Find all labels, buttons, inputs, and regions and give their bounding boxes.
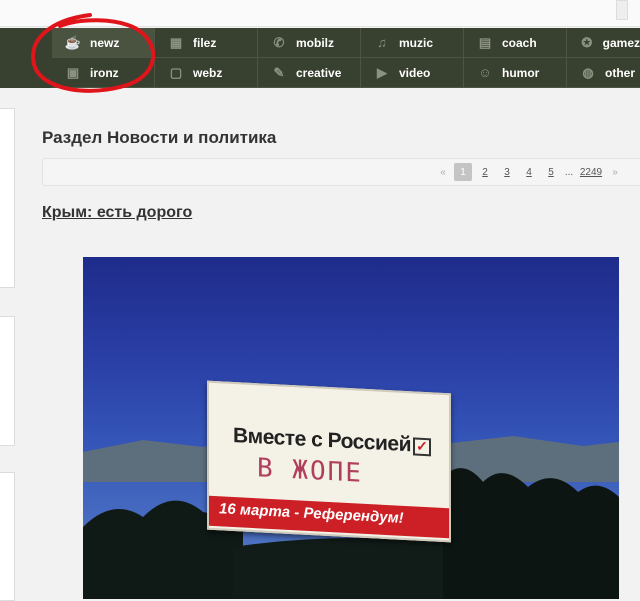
menu-item-label: humor xyxy=(502,65,540,80)
headphones-icon: ♫ xyxy=(377,35,387,50)
article-image[interactable]: Вместе с Россией ✓ В ЖОПЕ 16 марта - Реф… xyxy=(83,257,619,599)
page-link[interactable]: 5 xyxy=(542,163,560,181)
page-link[interactable]: 3 xyxy=(498,163,516,181)
next-page-icon[interactable]: » xyxy=(608,167,622,178)
prev-page-icon[interactable]: « xyxy=(436,167,450,178)
article-title-link[interactable]: Крым: есть дорого xyxy=(42,204,192,222)
page-last-link[interactable]: 2249 xyxy=(578,163,604,181)
scroll-box[interactable] xyxy=(616,0,628,20)
sidebar-panel xyxy=(0,472,15,601)
menu-item-ironz[interactable]: ▣ ironz xyxy=(52,58,155,88)
menu-item-label: ironz xyxy=(90,65,119,80)
phone-icon: ✆ xyxy=(273,34,285,50)
billboard-graffiti: В ЖОПЕ xyxy=(257,453,363,489)
menu-item-label: other xyxy=(605,65,635,80)
sidebar-panel xyxy=(0,316,15,446)
menu-item-label: video xyxy=(399,65,431,80)
video-icon: ▶ xyxy=(377,64,387,80)
menu-item-webz[interactable]: ▢ webz xyxy=(155,58,258,88)
billboard: Вместе с Россией ✓ В ЖОПЕ 16 марта - Реф… xyxy=(207,380,451,543)
billboard-headline: Вместе с Россией xyxy=(233,423,411,457)
menu-item-mobilz[interactable]: ✆ mobilz xyxy=(258,28,361,58)
menu-item-label: gamez xyxy=(602,35,640,50)
menu-item-gamez[interactable]: ✪ gamez xyxy=(567,28,640,58)
browser-icon: ▢ xyxy=(169,64,183,80)
film-icon: ▦ xyxy=(169,34,183,50)
menu-item-label: muzic xyxy=(399,35,434,50)
clipboard-icon: ▤ xyxy=(478,34,492,50)
coffee-icon: ☕ xyxy=(64,34,82,50)
section-title: Раздел Новости и политика xyxy=(42,128,277,147)
menu-item-filez[interactable]: ▦ filez xyxy=(155,28,258,58)
menu-item-label: newz xyxy=(90,35,120,50)
menu-item-muzic[interactable]: ♫ muzic xyxy=(361,28,464,58)
menu-item-label: webz xyxy=(193,65,223,80)
globe-icon: ◍ xyxy=(582,64,594,80)
menu-item-creative[interactable]: ✎ creative xyxy=(258,58,361,88)
page-link[interactable]: 2 xyxy=(476,163,494,181)
menu-item-label: creative xyxy=(296,65,342,80)
menu-item-label: filez xyxy=(193,35,217,50)
pagination: « 1 2 3 4 5 ... 2249 » xyxy=(436,163,622,181)
pencil-icon: ✎ xyxy=(273,64,285,80)
smile-icon: ☺ xyxy=(478,65,492,80)
menu-item-other[interactable]: ◍ other xyxy=(567,58,640,88)
pagination-ellipsis: ... xyxy=(564,166,574,178)
category-menu: ☕ newz ▦ filez ✆ mobilz ♫ muzic ▤ coach … xyxy=(0,28,640,88)
server-icon: ▣ xyxy=(66,64,80,80)
menu-item-newz[interactable]: ☕ newz xyxy=(52,28,155,58)
menu-item-coach[interactable]: ▤ coach xyxy=(464,28,567,58)
page-current: 1 xyxy=(454,163,472,181)
menu-item-video[interactable]: ▶ video xyxy=(361,58,464,88)
browser-top-strip xyxy=(0,0,640,27)
billboard-date-line: 16 марта - Референдум! xyxy=(219,500,404,527)
sidebar-panel xyxy=(0,108,15,288)
checkbox-icon: ✓ xyxy=(413,437,431,457)
menu-item-humor[interactable]: ☺ humor xyxy=(464,58,567,88)
menu-item-label: coach xyxy=(502,35,537,50)
page-link[interactable]: 4 xyxy=(520,163,538,181)
gamepad-icon: ✪ xyxy=(581,34,593,50)
menu-item-label: mobilz xyxy=(296,35,334,50)
